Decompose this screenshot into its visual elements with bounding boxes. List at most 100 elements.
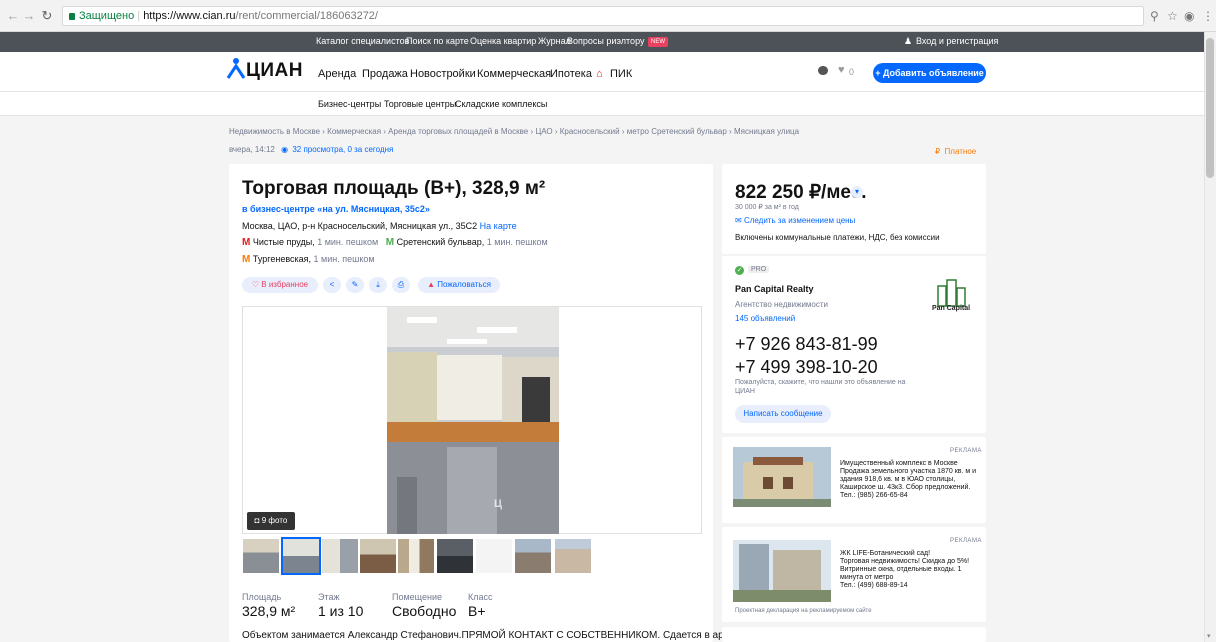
- pik-icon: ⌂: [596, 68, 603, 80]
- main-photo[interactable]: [387, 307, 559, 534]
- address-bar[interactable]: Защищено | https://www.cian.ru/rent/comm…: [62, 6, 1144, 26]
- cian-logo-text[interactable]: ЦИАН: [246, 60, 303, 82]
- photo-watermark: Ц: [494, 498, 503, 510]
- photo-thumbnail[interactable]: [360, 539, 396, 573]
- metro-list: M Чистые пруды, 1 мин. пешком M Сретенск…: [242, 237, 548, 248]
- spec-premises-value: Свободно: [392, 603, 457, 619]
- topnav-specialists[interactable]: Каталог специалистов: [316, 36, 409, 46]
- print-icon[interactable]: ⎙: [392, 277, 410, 293]
- topnav-realtor-questions[interactable]: Вопросы риэлтору: [567, 36, 644, 46]
- url-path: /rent/commercial/186063272/: [235, 10, 378, 22]
- photo-thumbnail[interactable]: [243, 539, 279, 573]
- browser-menu-icon[interactable]: ⋮: [1202, 8, 1214, 24]
- menu-rent[interactable]: Аренда: [318, 68, 356, 80]
- price-per-meter: 30 000 ₽ за м² в год: [735, 204, 799, 211]
- topnav-journal[interactable]: Журнал: [538, 36, 571, 46]
- listing-title: Торговая площадь (B+), 328,9 м²: [242, 178, 546, 199]
- price-value: 822 250 ₽/мес.: [735, 182, 867, 203]
- address-text: Москва, ЦАО, р-н Красносельский, Мясницк…: [242, 221, 478, 231]
- ad-body: Продажа земельного участка 1870 кв. м и …: [840, 468, 977, 491]
- zoom-icon[interactable]: ⚲: [1150, 8, 1159, 24]
- photo-thumbnail[interactable]: [322, 539, 358, 573]
- phone-1[interactable]: +7 926 843-81-99: [735, 334, 878, 355]
- favorite-button[interactable]: ♡ В избранное: [242, 277, 318, 293]
- login-link[interactable]: Вход и регистрация: [916, 36, 998, 46]
- photo-thumbnail[interactable]: [555, 539, 591, 573]
- breadcrumb[interactable]: Недвижимость в Москве › Коммерческая › А…: [229, 127, 799, 136]
- ad-title: Имущественный комплекс в Москве: [840, 460, 958, 467]
- forward-icon[interactable]: →: [22, 8, 36, 24]
- menu-new-buildings[interactable]: Новостройки: [410, 68, 476, 80]
- views-link[interactable]: 32 просмотра, 0 за сегодня: [292, 145, 393, 154]
- new-badge: NEW: [648, 37, 668, 47]
- agent-listings-link[interactable]: 145 объявлений: [735, 314, 795, 323]
- photo-thumbnail-selected[interactable]: [281, 537, 321, 575]
- ad-phone: Тел.: (499) 688-89-14: [840, 582, 908, 589]
- complain-button[interactable]: ▲ Пожаловаться: [418, 277, 500, 293]
- ad-text-1[interactable]: Имущественный комплекс в Москве Продажа …: [840, 460, 985, 500]
- metro-name[interactable]: Сретенский бульвар: [397, 237, 482, 247]
- scrollbar-thumb[interactable]: [1206, 38, 1214, 178]
- cian-logo-icon: [226, 58, 246, 79]
- photo-thumbnail[interactable]: [437, 539, 473, 573]
- spec-premises-label: Помещение: [392, 592, 442, 602]
- user-icon: ♟: [904, 36, 913, 46]
- ad-label: РЕКЛАМА: [950, 538, 982, 544]
- url-host: https://www.cian.ru: [143, 10, 236, 22]
- ad-card-3[interactable]: [722, 627, 986, 642]
- business-center-link[interactable]: в бизнес-центре «на ул. Мясницкая, 35с2»: [242, 204, 430, 214]
- photo-count-label: 9 фото: [261, 516, 288, 525]
- map-link[interactable]: На карте: [480, 221, 517, 231]
- ad-image-1[interactable]: [733, 447, 831, 507]
- subnav-business-centers[interactable]: Бизнес-центры: [318, 99, 381, 109]
- price-watch-link[interactable]: ✉ Следить за изменением цены: [735, 216, 855, 225]
- topnav-map-search[interactable]: Поиск по карте: [406, 36, 469, 46]
- edit-icon[interactable]: ✎: [346, 277, 364, 293]
- pro-label: PRO: [748, 266, 770, 273]
- top-navigation: Каталог специалистов Поиск по карте Оцен…: [0, 32, 1204, 52]
- heart-icon: ♡: [251, 280, 260, 289]
- metro-name[interactable]: Тургеневская: [253, 254, 309, 264]
- metro-icon: M: [385, 237, 395, 248]
- pro-badge: ✓ PRO: [735, 266, 770, 275]
- back-icon[interactable]: ←: [6, 8, 20, 24]
- ad-image-2[interactable]: [733, 540, 831, 602]
- ad-title: ЖК LIFE-Ботанический сад!: [840, 550, 931, 557]
- scroll-down-icon[interactable]: ▾: [1207, 632, 1211, 640]
- metro-name[interactable]: Чистые пруды: [253, 237, 312, 247]
- agent-logo-text: Pan Capital: [931, 305, 971, 312]
- photo-thumbnail-floorplan[interactable]: [476, 539, 512, 573]
- photo-thumbnail[interactable]: [398, 539, 434, 573]
- phone-2[interactable]: +7 499 398-10-20: [735, 357, 878, 378]
- chat-icon[interactable]: [818, 66, 828, 75]
- menu-mortgage[interactable]: Ипотека: [550, 68, 592, 80]
- reload-icon[interactable]: ↻: [40, 8, 54, 24]
- subnav-warehouses[interactable]: Складские комплексы: [455, 99, 547, 109]
- mail-icon: ✉: [735, 216, 742, 225]
- chevron-down-icon[interactable]: ▾: [851, 186, 863, 198]
- price-included: Включены коммунальные платежи, НДС, без …: [735, 233, 940, 242]
- metro-icon: M: [242, 237, 251, 248]
- photo-thumbnail[interactable]: [515, 539, 551, 573]
- extension-icon[interactable]: ◉: [1184, 8, 1194, 24]
- add-listing-button[interactable]: + Добавить объявление: [873, 63, 986, 83]
- metro-list-2: M Тургеневская, 1 мин. пешком: [242, 254, 375, 265]
- photo-count-badge[interactable]: ◘ 9 фото: [247, 512, 295, 530]
- complain-label: Пожаловаться: [437, 280, 491, 289]
- menu-commercial[interactable]: Коммерческая: [477, 68, 552, 95]
- ad-text-2[interactable]: ЖК LIFE-Ботанический сад! Торговая недви…: [840, 550, 985, 590]
- subnav-shopping-centers[interactable]: Торговые центры: [384, 99, 456, 109]
- secure-label: Защищено: [79, 10, 135, 22]
- download-icon[interactable]: ⤓: [369, 277, 387, 293]
- listing-date: вчера, 14:12: [229, 145, 275, 154]
- favorite-label: В избранное: [261, 280, 309, 289]
- agent-name[interactable]: Pan Capital Realty: [735, 284, 814, 294]
- ad-label: РЕКЛАМА: [950, 448, 982, 454]
- share-icon[interactable]: <: [323, 277, 341, 293]
- menu-sale[interactable]: Продажа: [362, 68, 408, 80]
- bookmark-star-icon[interactable]: ☆: [1167, 8, 1178, 24]
- menu-pik[interactable]: ПИК: [610, 68, 632, 80]
- topnav-valuation[interactable]: Оценка квартир: [470, 36, 536, 46]
- heart-icon[interactable]: ♥: [838, 64, 845, 76]
- write-message-button[interactable]: Написать сообщение: [735, 405, 831, 423]
